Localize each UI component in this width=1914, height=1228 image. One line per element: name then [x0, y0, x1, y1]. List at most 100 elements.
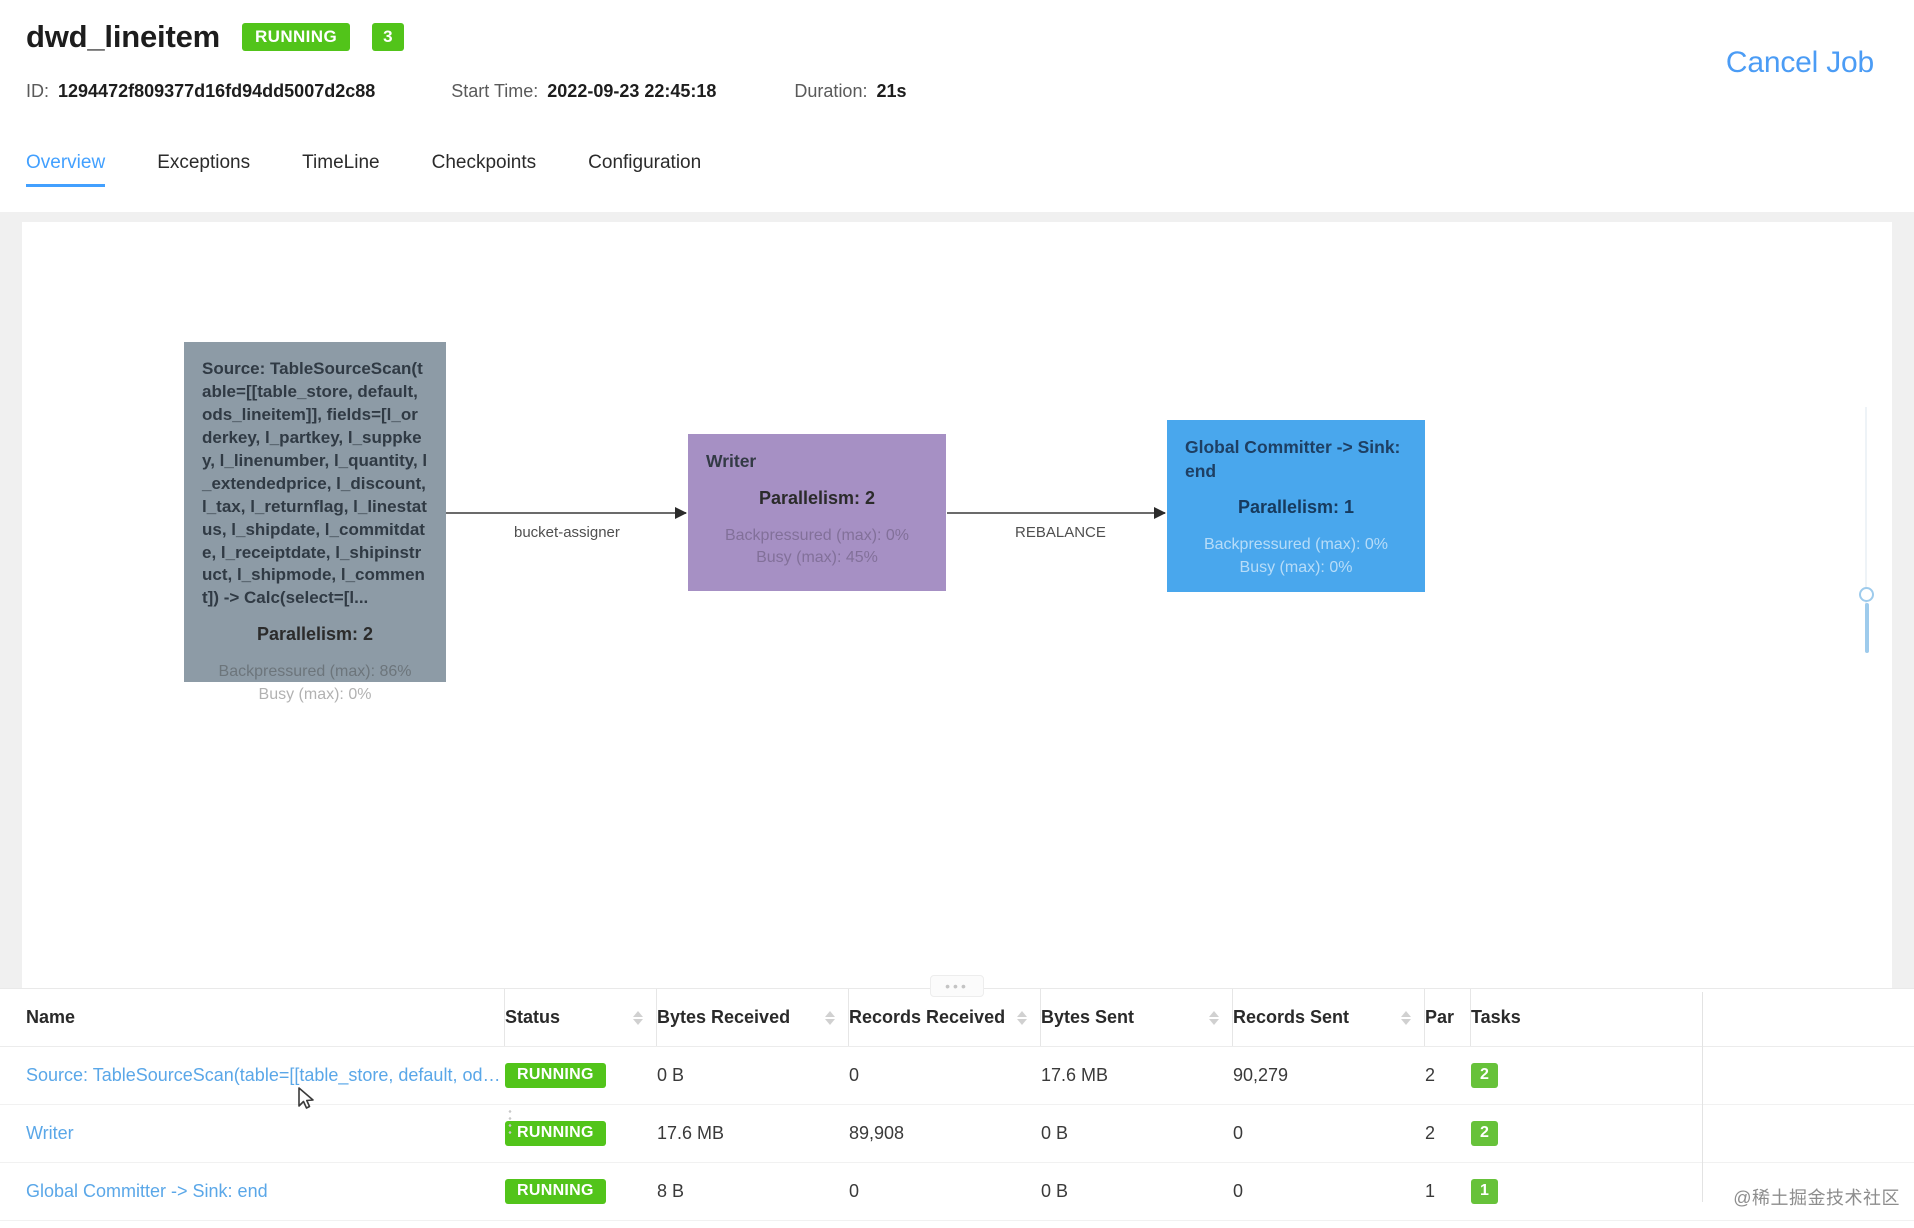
- table-row[interactable]: Source: TableSourceScan(table=[[table_st…: [0, 1046, 1914, 1105]
- column-header-status[interactable]: Status: [505, 989, 657, 1047]
- subtasks-table-body: Source: TableSourceScan(table=[[table_st…: [0, 1046, 1914, 1221]
- cell-status: RUNNING: [505, 1046, 657, 1105]
- zoom-slider-handle[interactable]: [1859, 587, 1874, 602]
- graph-node-writer-title: Writer: [706, 451, 757, 471]
- watermark: @稀土掘金技术社区: [1733, 1188, 1900, 1208]
- start-time-label: Start Time:: [451, 80, 539, 101]
- subtasks-table-head: Name Status Bytes Received Records Recei…: [0, 989, 1914, 1047]
- duration-value: 21s: [876, 80, 907, 101]
- sort-icon-records-received[interactable]: [1017, 1010, 1027, 1025]
- graph-node-source-metrics: Backpressured (max): 86% Busy (max): 0%: [202, 661, 428, 706]
- cell-tasks: 2: [1471, 1104, 1914, 1163]
- cell-bytes-received: 8 B: [657, 1162, 849, 1221]
- start-time: Start Time: 2022-09-23 22:45:18: [451, 81, 716, 102]
- job-id: ID: 1294472f809377d16fd94dd5007d2c88: [26, 81, 375, 102]
- column-header-status-label: Status: [505, 1007, 561, 1027]
- tasks-badge: 2: [1471, 1121, 1498, 1146]
- cell-name: Global Committer -> Sink: end: [0, 1162, 505, 1221]
- status-badge: RUNNING: [505, 1063, 606, 1088]
- graph-edge-label-bucket-assigner: bucket-assigner: [514, 524, 620, 541]
- subtask-name-link[interactable]: Global Committer -> Sink: end: [26, 1181, 505, 1202]
- column-header-tasks-label: Tasks: [1471, 1007, 1521, 1027]
- graph-node-source-title: Source: TableSourceScan(table=[[table_st…: [202, 359, 428, 608]
- job-id-label: ID:: [26, 80, 50, 101]
- cell-tasks: 2: [1471, 1046, 1914, 1105]
- subtask-name-link[interactable]: Writer: [26, 1123, 505, 1144]
- graph-node-source-parallelism: Parallelism: 2: [256, 624, 374, 645]
- cell-records-sent: 0: [1233, 1162, 1425, 1221]
- column-header-bytes-received[interactable]: Bytes Received: [657, 989, 849, 1047]
- sort-icon-bytes-sent[interactable]: [1209, 1010, 1219, 1025]
- graph-node-sink-title: Global Committer -> Sink: end: [1185, 437, 1401, 481]
- column-header-records-sent-label: Records Sent: [1233, 1007, 1350, 1027]
- flink-job-detail-page: dwd_lineitem RUNNING 3 ID: 1294472f80937…: [0, 0, 1914, 1228]
- job-meta-row: ID: 1294472f809377d16fd94dd5007d2c88 Sta…: [26, 76, 1888, 106]
- cell-status: RUNNING: [505, 1104, 657, 1163]
- cell-bytes-sent: 0 B: [1041, 1104, 1233, 1163]
- column-header-bytes-received-label: Bytes Received: [657, 1007, 791, 1027]
- graph-node-writer[interactable]: Writer Parallelism: 2 Backpressured (max…: [688, 434, 946, 591]
- title-row: dwd_lineitem RUNNING 3: [26, 12, 1888, 62]
- sort-icon-status[interactable]: [633, 1010, 643, 1025]
- column-header-tasks[interactable]: Tasks: [1471, 989, 1914, 1047]
- tasks-column-separator: [1702, 992, 1703, 1202]
- tab-checkpoints[interactable]: Checkpoints: [432, 148, 537, 187]
- cell-records-received: 89,908: [849, 1104, 1041, 1163]
- graph-node-writer-parallelism: Parallelism: 2: [758, 487, 876, 508]
- cell-records-received: 0: [849, 1162, 1041, 1221]
- cell-status: RUNNING: [505, 1162, 657, 1221]
- job-graph-panel: Source: TableSourceScan(table=[[table_st…: [0, 212, 1914, 988]
- status-badge: RUNNING: [505, 1179, 606, 1204]
- cell-name: Source: TableSourceScan(table=[[table_st…: [0, 1046, 505, 1105]
- task-count-badge: 3: [372, 23, 404, 51]
- column-header-bytes-sent-label: Bytes Sent: [1041, 1007, 1135, 1027]
- cell-records-sent: 0: [1233, 1104, 1425, 1163]
- graph-edge-writer-to-sink: [947, 507, 1166, 519]
- cell-parallelism: 2: [1425, 1046, 1471, 1105]
- tab-configuration[interactable]: Configuration: [588, 148, 701, 187]
- graph-node-sink[interactable]: Global Committer -> Sink: end Parallelis…: [1167, 420, 1425, 592]
- cell-bytes-received: 0 B: [657, 1046, 849, 1105]
- graph-edge-label-rebalance: REBALANCE: [1015, 524, 1106, 541]
- zoom-slider-fill: [1864, 603, 1869, 653]
- table-row[interactable]: Global Committer -> Sink: end RUNNING 8 …: [0, 1162, 1914, 1221]
- tab-overview[interactable]: Overview: [26, 148, 106, 187]
- cancel-job-button[interactable]: Cancel Job: [1726, 46, 1874, 80]
- graph-node-source-backpressured: Backpressured (max): 86%: [218, 663, 412, 681]
- tab-exceptions[interactable]: Exceptions: [157, 148, 250, 187]
- subtask-name-link[interactable]: Source: TableSourceScan(table=[[table_st…: [26, 1065, 505, 1086]
- cell-bytes-sent: 0 B: [1041, 1162, 1233, 1221]
- column-header-name[interactable]: Name: [0, 989, 505, 1047]
- graph-zoom-slider[interactable]: [1856, 407, 1876, 667]
- job-graph-canvas[interactable]: Source: TableSourceScan(table=[[table_st…: [22, 222, 1892, 988]
- start-time-value: 2022-09-23 22:45:18: [547, 80, 717, 101]
- sort-icon-bytes-received[interactable]: [825, 1010, 835, 1025]
- tab-timeline[interactable]: TimeLine: [302, 148, 379, 187]
- cell-records-sent: 90,279: [1233, 1046, 1425, 1105]
- graph-node-source[interactable]: Source: TableSourceScan(table=[[table_st…: [184, 342, 446, 703]
- column-header-records-received[interactable]: Records Received: [849, 989, 1041, 1047]
- graph-edge-source-to-writer: [446, 507, 687, 519]
- table-row[interactable]: Writer RUNNING 17.6 MB 89,908 0 B 0 2 2: [0, 1104, 1914, 1163]
- page-header: dwd_lineitem RUNNING 3 ID: 1294472f80937…: [0, 0, 1914, 130]
- duration-label: Duration:: [794, 80, 868, 101]
- column-header-records-sent[interactable]: Records Sent: [1233, 989, 1425, 1047]
- graph-node-sink-backpressured: Backpressured (max): 0%: [1203, 536, 1389, 554]
- cell-records-received: 0: [849, 1046, 1041, 1105]
- column-header-bytes-sent[interactable]: Bytes Sent: [1041, 989, 1233, 1047]
- graph-node-sink-metrics: Backpressured (max): 0% Busy (max): 0%: [1185, 534, 1407, 579]
- duration: Duration: 21s: [794, 81, 906, 102]
- status-badge: RUNNING: [505, 1121, 606, 1146]
- tasks-badge: 2: [1471, 1063, 1498, 1088]
- column-header-parallelism[interactable]: Par: [1425, 989, 1471, 1047]
- cell-name: Writer: [0, 1104, 505, 1163]
- graph-node-writer-backpressured: Backpressured (max): 0%: [724, 526, 910, 544]
- tab-bar: Overview Exceptions TimeLine Checkpoints…: [0, 148, 1914, 187]
- graph-node-source-busy: Busy (max): 0%: [258, 686, 372, 704]
- cell-parallelism: 2: [1425, 1104, 1471, 1163]
- page-title: dwd_lineitem: [26, 19, 220, 54]
- cell-bytes-sent: 17.6 MB: [1041, 1046, 1233, 1105]
- row-drag-dots[interactable]: [508, 1108, 512, 1134]
- table-header-row: Name Status Bytes Received Records Recei…: [0, 989, 1914, 1047]
- sort-icon-records-sent[interactable]: [1401, 1010, 1411, 1025]
